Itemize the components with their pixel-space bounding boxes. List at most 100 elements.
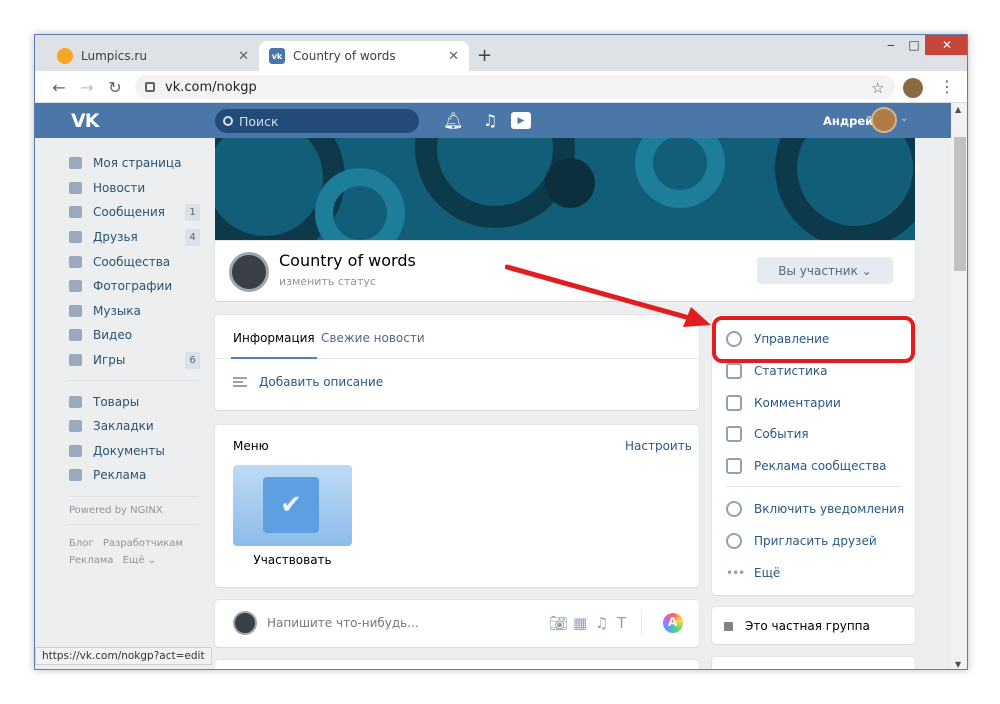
bell-icon[interactable]: 🔔︎ xyxy=(443,111,463,130)
menu-item-tile[interactable]: ✔ xyxy=(233,465,352,546)
sidebar-item-friends[interactable]: Друзья 4 xyxy=(69,225,203,250)
sidebar-item-video[interactable]: Видео xyxy=(69,323,203,348)
text-format-icon[interactable]: T xyxy=(617,614,626,632)
sidebar-item-label: Реклама xyxy=(93,468,147,483)
sidebar-item-label: Видео xyxy=(93,328,133,343)
search-input[interactable]: Поиск xyxy=(215,109,419,133)
sidebar-item-label: Музыка xyxy=(93,303,141,318)
sidebar-item-games[interactable]: Игры 6 xyxy=(69,348,203,373)
action-more[interactable]: Ещё xyxy=(726,565,780,581)
play-icon[interactable]: ▶ xyxy=(511,112,531,129)
stats-icon xyxy=(726,363,742,379)
action-notifications[interactable]: Включить уведомления xyxy=(726,501,904,517)
bookmark-star-icon[interactable]: ☆ xyxy=(871,79,884,97)
star-icon xyxy=(69,420,82,433)
video-icon[interactable]: ▦ xyxy=(573,614,587,632)
sidebar-item-communities[interactable]: Сообщества xyxy=(69,249,203,274)
footer-link-blog[interactable]: Блог xyxy=(69,538,94,549)
close-tab-icon[interactable]: ✕ xyxy=(238,49,249,64)
footer-link-ads[interactable]: Реклама xyxy=(69,555,113,566)
forward-icon[interactable]: → xyxy=(77,77,97,97)
menu-card: Меню Настроить ✔ Участвовать xyxy=(215,425,699,587)
action-comments[interactable]: Комментарии xyxy=(726,395,841,411)
sidebar-item-label: Сообщения xyxy=(93,205,166,220)
sidebar-item-label: Игры xyxy=(93,353,126,368)
user-avatar[interactable] xyxy=(871,107,897,133)
sidebar-divider xyxy=(69,380,199,382)
wall-card xyxy=(215,660,699,669)
edit-status-link[interactable]: изменить статус xyxy=(279,275,376,288)
post-input[interactable]: Напишите что-нибудь... xyxy=(267,616,419,630)
scroll-thumb[interactable] xyxy=(954,137,966,271)
add-description-link[interactable]: Добавить описание xyxy=(233,375,383,389)
maximize-button[interactable]: □ xyxy=(903,35,925,55)
camera-icon[interactable]: 📷︎ xyxy=(549,614,568,632)
reload-icon[interactable]: ↻ xyxy=(105,77,125,97)
calendar-icon xyxy=(726,426,742,442)
browser-toolbar: ← → ↻ vk.com/nokgp ☆ ⋮ xyxy=(35,71,967,103)
sidebar-item-label: Сообщества xyxy=(93,254,171,269)
action-stats[interactable]: Статистика xyxy=(726,363,828,379)
art-icon[interactable] xyxy=(663,613,683,633)
browser-window: Lumpics.ru ✕ vk Country of words ✕ + ‒ □… xyxy=(34,34,968,670)
more-icon xyxy=(726,565,742,581)
member-button[interactable]: Вы участник ⌄ xyxy=(757,257,893,284)
user-name[interactable]: Андрей xyxy=(823,114,873,128)
menu-kebab-icon[interactable]: ⋮ xyxy=(939,77,955,96)
video-icon xyxy=(69,329,82,342)
scroll-up-arrow-icon[interactable]: ▲ xyxy=(955,105,961,114)
menu-setup-link[interactable]: Настроить xyxy=(625,439,692,453)
back-icon[interactable]: ← xyxy=(49,77,69,97)
scroll-down-arrow-icon[interactable]: ▼ xyxy=(955,660,961,669)
scrollbar[interactable]: ▲ ▼ xyxy=(951,103,967,669)
private-group-label: Это частная группа xyxy=(724,619,870,633)
sidebar-item-ads[interactable]: Реклама xyxy=(69,463,203,488)
sidebar-item-messages[interactable]: Сообщения 1 xyxy=(69,200,203,225)
address-bar[interactable]: vk.com/nokgp xyxy=(135,75,895,99)
sidebar-item-goods[interactable]: Товары xyxy=(69,389,203,414)
sidebar-divider xyxy=(69,495,199,497)
footer-link-more[interactable]: Ещё ⌄ xyxy=(123,555,156,566)
music-icon[interactable]: ♫ xyxy=(595,614,608,632)
sidebar-item-label: Моя страница xyxy=(93,156,182,171)
sidebar-item-label: Друзья xyxy=(93,230,138,245)
footer-link-developers[interactable]: Разработчикам xyxy=(103,538,183,549)
lock-icon xyxy=(724,621,733,631)
action-community-ads[interactable]: Реклама сообщества xyxy=(726,458,887,474)
chevron-down-icon[interactable]: ⌄ xyxy=(900,113,908,124)
close-tab-icon[interactable]: ✕ xyxy=(448,49,459,64)
action-label: Комментарии xyxy=(754,396,841,410)
menu-item-caption[interactable]: Участвовать xyxy=(233,553,352,567)
group-avatar[interactable] xyxy=(229,252,269,292)
megaphone-icon xyxy=(69,469,82,482)
action-events[interactable]: События xyxy=(726,426,809,442)
music-icon[interactable]: ♫ xyxy=(483,111,497,130)
action-label: Включить уведомления xyxy=(754,502,905,516)
sidebar-item-music[interactable]: Музыка xyxy=(69,299,203,324)
sidebar-item-documents[interactable]: Документы xyxy=(69,439,203,464)
sidebar-item-news[interactable]: Новости xyxy=(69,176,203,201)
minimize-button[interactable]: ‒ xyxy=(880,35,902,55)
profile-avatar[interactable] xyxy=(903,78,923,98)
comment-icon xyxy=(726,395,742,411)
sidebar-item-photos[interactable]: Фотографии xyxy=(69,274,203,299)
tab-bar: Lumpics.ru ✕ vk Country of words ✕ + ‒ □… xyxy=(35,35,967,71)
tab-lumpics[interactable]: Lumpics.ru ✕ xyxy=(47,41,259,71)
action-invite-friends[interactable]: Пригласить друзей xyxy=(726,533,877,549)
sidebar-item-label: Новости xyxy=(93,180,146,195)
close-window-button[interactable]: ✕ xyxy=(925,35,967,55)
new-post-card: Напишите что-нибудь... 📷︎ ▦ ♫ T xyxy=(215,600,699,647)
vk-header: VK Поиск 🔔︎ ♫ ▶ Андрей ⌄ xyxy=(35,103,951,138)
new-tab-button[interactable]: + xyxy=(477,45,492,66)
tab-fresh-news[interactable]: Свежие новости xyxy=(321,331,425,345)
lumpics-favicon xyxy=(57,48,73,64)
vk-logo[interactable]: VK xyxy=(71,110,99,132)
music-icon xyxy=(69,304,82,317)
sidebar-item-label: Фотографии xyxy=(93,279,173,294)
tab-information[interactable]: Информация xyxy=(231,331,317,359)
tab-country-of-words[interactable]: vk Country of words ✕ xyxy=(259,41,469,71)
sidebar-item-my-page[interactable]: Моя страница xyxy=(69,151,203,176)
sidebar-item-bookmarks[interactable]: Закладки xyxy=(69,414,203,439)
action-label: Статистика xyxy=(754,364,828,378)
group-name: Country of words xyxy=(279,251,416,270)
